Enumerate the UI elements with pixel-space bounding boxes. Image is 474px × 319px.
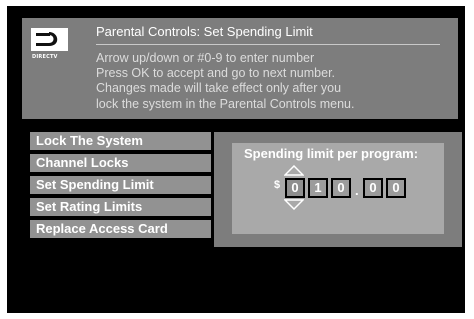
digit-field[interactable]: 0 bbox=[285, 178, 305, 198]
digit-field[interactable]: 0 bbox=[363, 178, 383, 198]
menu-item-set-spending-limit[interactable]: Set Spending Limit bbox=[30, 176, 211, 194]
decimal-point: . bbox=[355, 183, 359, 198]
instruction-line: Changes made will take effect only after… bbox=[96, 81, 342, 96]
menu-item-set-rating-limits[interactable]: Set Rating Limits bbox=[30, 198, 211, 216]
spending-limit-label: Spending limit per program: bbox=[244, 146, 419, 161]
digit-field[interactable]: 0 bbox=[386, 178, 406, 198]
header-panel: DIRECTV Parental Controls: Set Spending … bbox=[22, 18, 458, 119]
digit-field[interactable]: 1 bbox=[308, 178, 328, 198]
page-title: Parental Controls: Set Spending Limit bbox=[96, 24, 313, 39]
digit-field[interactable]: 0 bbox=[331, 178, 351, 198]
spending-limit-box: Spending limit per program: $ 0 1 0 . 0 … bbox=[232, 143, 444, 234]
instructions: Arrow up/down or #0-9 to enter number Pr… bbox=[96, 51, 354, 112]
instruction-line: Press OK to accept and go to next number… bbox=[96, 66, 336, 81]
arrow-down-icon[interactable] bbox=[284, 199, 304, 210]
menu-item-lock-the-system[interactable]: Lock The System bbox=[30, 132, 211, 150]
directv-logo-icon bbox=[31, 28, 68, 51]
currency-symbol: $ bbox=[274, 179, 281, 191]
tv-screen: DIRECTV Parental Controls: Set Spending … bbox=[7, 6, 465, 313]
menu-item-channel-locks[interactable]: Channel Locks bbox=[30, 154, 211, 172]
spending-limit-panel: Spending limit per program: $ 0 1 0 . 0 … bbox=[214, 132, 462, 247]
title-divider bbox=[96, 44, 440, 45]
instruction-line: Arrow up/down or #0-9 to enter number bbox=[96, 51, 315, 65]
instruction-line: lock the system in the Parental Controls… bbox=[96, 96, 355, 111]
menu-item-replace-access-card[interactable]: Replace Access Card bbox=[30, 220, 211, 238]
arrow-up-icon[interactable] bbox=[284, 165, 304, 176]
logo-text: DIRECTV bbox=[32, 54, 58, 60]
